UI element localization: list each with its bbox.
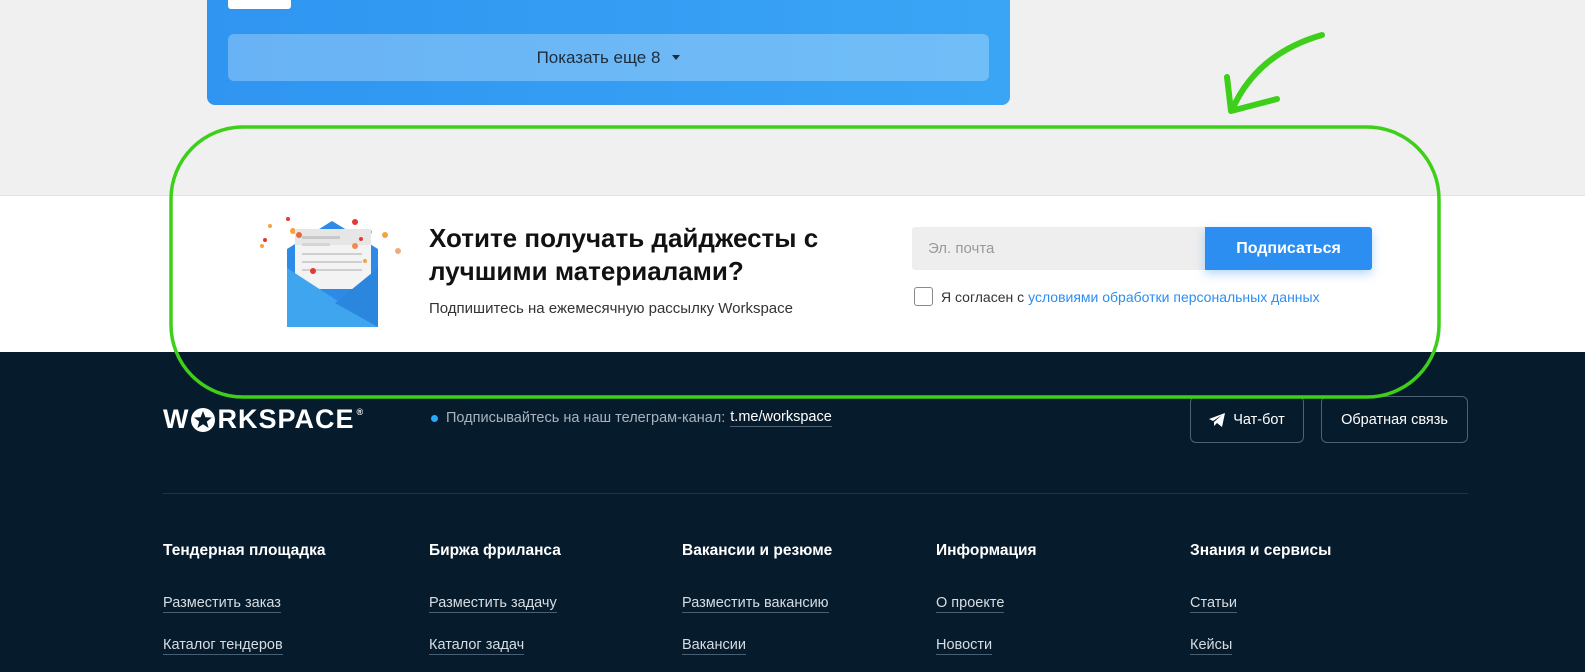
footer-link[interactable]: Каталог задач xyxy=(429,637,525,655)
show-more-label: Показать еще 8 xyxy=(536,47,661,67)
email-input[interactable] xyxy=(912,227,1205,270)
footer-link[interactable]: Кейсы xyxy=(1190,637,1233,655)
footer-column-heading: Информация xyxy=(936,542,1037,559)
footer-link[interactable]: Разместить вакансию xyxy=(682,595,829,613)
card-chip xyxy=(228,0,291,9)
chat-bot-button[interactable]: Чат-бот xyxy=(1190,396,1304,443)
subscribe-subtitle: Подпишитесь на ежемесячную рассылку Work… xyxy=(429,300,793,317)
telegram-line: Подписывайтесь на наш телеграм-канал: t.… xyxy=(431,409,832,427)
logo-star-icon xyxy=(191,407,216,432)
envelope-icon xyxy=(260,217,401,327)
footer-column-heading: Вакансии и резюме xyxy=(682,542,833,559)
footer: W RKSPACE ® Подписывайтесь на наш телегр… xyxy=(0,352,1585,672)
blue-card: Показать еще 8 xyxy=(207,0,1010,105)
footer-column-info: Информация О проекте Новости xyxy=(936,542,1037,672)
bullet-dot-icon xyxy=(431,414,438,422)
footer-column-heading: Биржа фриланса xyxy=(429,542,561,559)
telegram-text: Подписывайтесь на наш телеграм-канал: xyxy=(446,410,726,426)
footer-link[interactable]: Разместить задачу xyxy=(429,595,557,613)
workspace-logo[interactable]: W RKSPACE ® xyxy=(163,404,364,435)
chat-bot-label: Чат-бот xyxy=(1233,411,1285,428)
footer-link[interactable]: Новости xyxy=(936,637,993,655)
logo-text-start: W xyxy=(163,404,190,434)
consent-row: Я согласен с условиями обработки персона… xyxy=(914,287,1320,306)
footer-link[interactable]: Статьи xyxy=(1190,595,1237,613)
footer-column-heading: Знания и сервисы xyxy=(1190,542,1332,559)
footer-column-jobs: Вакансии и резюме Разместить вакансию Ва… xyxy=(682,542,832,672)
telegram-plane-icon xyxy=(1209,412,1226,427)
show-more-button[interactable]: Показать еще 8 xyxy=(228,34,989,81)
footer-link[interactable]: Разместить заказ xyxy=(163,595,281,613)
top-section: Показать еще 8 xyxy=(0,0,1585,195)
footer-link[interactable]: Каталог тендеров xyxy=(163,637,283,655)
subscribe-section: Хотите получать дайджесты с лучшими мате… xyxy=(0,195,1585,352)
footer-column-heading: Тендерная площадка xyxy=(163,542,326,559)
logo-text-end: RKSPACE xyxy=(217,404,355,434)
telegram-link[interactable]: t.me/workspace xyxy=(730,409,832,427)
footer-link[interactable]: О проекте xyxy=(936,595,1005,613)
footer-link[interactable]: Вакансии xyxy=(682,637,746,655)
footer-divider xyxy=(163,493,1468,494)
registered-mark: ® xyxy=(356,407,365,417)
feedback-button[interactable]: Обратная связь xyxy=(1321,396,1468,443)
consent-text: Я согласен с xyxy=(941,288,1025,305)
consent-checkbox[interactable] xyxy=(914,287,933,306)
caret-down-icon xyxy=(672,55,681,60)
subscribe-button[interactable]: Подписаться xyxy=(1205,227,1372,270)
footer-column-tenders: Тендерная площадка Разместить заказ Ката… xyxy=(163,542,326,672)
feedback-label: Обратная связь xyxy=(1341,411,1448,428)
footer-column-knowledge: Знания и сервисы Статьи Кейсы xyxy=(1190,542,1331,672)
subscribe-title: Хотите получать дайджесты с лучшими мате… xyxy=(429,223,819,286)
footer-column-freelance: Биржа фриланса Разместить задачу Каталог… xyxy=(429,542,561,672)
consent-link[interactable]: условиями обработки персональных данных xyxy=(1028,289,1320,305)
